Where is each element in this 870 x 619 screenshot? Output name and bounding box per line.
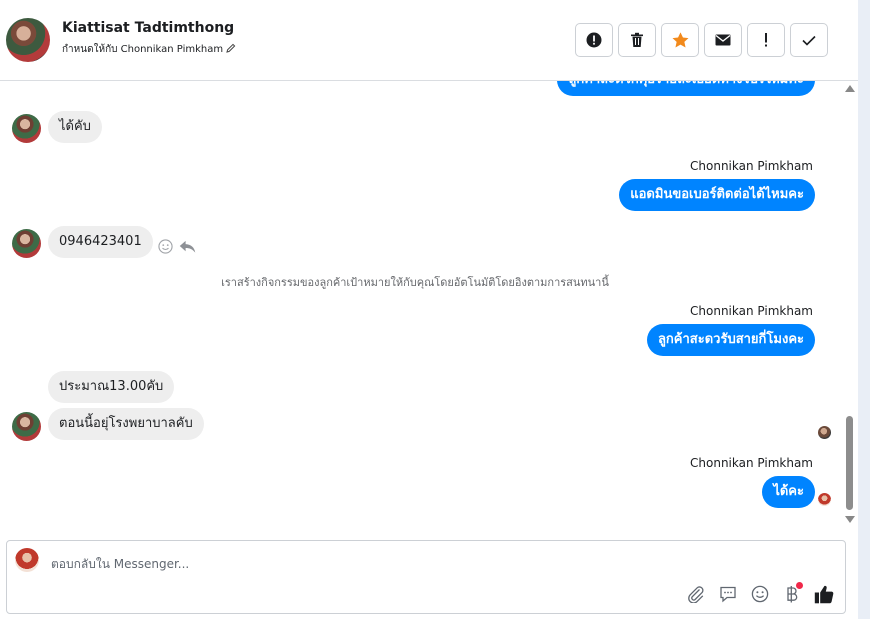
conversation-header: Kiattisat Tadtimthong กำหนดให้กับ Chonni… — [0, 0, 858, 81]
sender-name: Chonnikan Pimkham — [690, 304, 813, 318]
assigned-to[interactable]: กำหนดให้กับ Chonnikan Pimkham — [62, 42, 236, 57]
incoming-message[interactable]: ประมาณ13.00คับ — [48, 371, 175, 403]
notification-dot — [796, 582, 803, 589]
conversation-toolbar — [575, 23, 828, 57]
trash-icon — [630, 32, 644, 48]
assigned-label: กำหนดให้กับ Chonnikan Pimkham — [62, 44, 224, 55]
alert-circle-icon — [586, 32, 602, 48]
chat-bubble-icon[interactable] — [717, 583, 739, 605]
reply-input[interactable]: ตอบกลับใน Messenger... — [51, 555, 189, 574]
flag-button[interactable] — [747, 23, 785, 57]
star-button[interactable] — [661, 23, 699, 57]
contact-avatar-small[interactable] — [12, 412, 41, 441]
react-smiley-icon[interactable] — [158, 239, 173, 258]
thread-scrollbar[interactable] — [843, 81, 857, 526]
reply-icon[interactable] — [179, 239, 196, 258]
thumbs-up-icon[interactable] — [813, 583, 835, 605]
sender-name: Chonnikan Pimkham — [690, 159, 813, 173]
composer-actions — [685, 582, 835, 605]
seen-avatar — [818, 426, 831, 439]
window-edge — [858, 0, 870, 619]
pencil-icon[interactable] — [226, 43, 236, 56]
contact-avatar-small[interactable] — [12, 114, 41, 143]
report-button[interactable] — [575, 23, 613, 57]
outgoing-message[interactable]: แอดมินขอเบอร์ติดต่อได้ไหมคะ — [619, 179, 815, 211]
contact-avatar-small[interactable] — [12, 229, 41, 258]
read-receipt-avatar — [818, 493, 831, 506]
system-note: เราสร้างกิจกรรมของลูกค้าเป้าหมายให้กับคุ… — [221, 276, 609, 289]
inbox-conversation-panel: Kiattisat Tadtimthong กำหนดให้กับ Chonni… — [0, 0, 858, 619]
outgoing-message[interactable]: ลูกค้าสะดวกคุยรายละเอียดทางโปรไหมคะ — [557, 81, 815, 96]
smiley-icon[interactable] — [749, 583, 771, 605]
mark-unread-button[interactable] — [704, 23, 742, 57]
sender-name: Chonnikan Pimkham — [690, 456, 813, 470]
delete-button[interactable] — [618, 23, 656, 57]
message-actions — [158, 239, 196, 258]
scroll-thumb[interactable] — [846, 416, 853, 510]
paperclip-icon[interactable] — [685, 583, 707, 605]
contact-avatar[interactable] — [6, 18, 50, 62]
incoming-message[interactable]: ได้คับ — [48, 111, 102, 143]
outgoing-message[interactable]: ลูกค้าสะดวรับสายกี่โมงคะ — [646, 324, 815, 356]
page-avatar — [15, 548, 39, 572]
exclamation-icon — [764, 33, 768, 47]
baht-icon[interactable] — [781, 582, 803, 605]
reply-composer[interactable]: ตอบกลับใน Messenger... — [6, 540, 846, 614]
star-icon — [672, 32, 689, 48]
outgoing-message[interactable]: ได้คะ — [762, 476, 815, 508]
envelope-icon — [715, 34, 731, 46]
incoming-message[interactable]: 0946423401 — [48, 226, 153, 258]
incoming-message[interactable]: ตอนนี้อยุ่โรงพยาบาลคับ — [48, 408, 204, 440]
scroll-up-arrow[interactable] — [845, 85, 855, 92]
check-icon — [802, 35, 816, 46]
scroll-down-arrow[interactable] — [845, 516, 855, 523]
mark-done-button[interactable] — [790, 23, 828, 57]
contact-name[interactable]: Kiattisat Tadtimthong — [62, 20, 234, 36]
message-thread[interactable]: ลูกค้าสะดวกคุยรายละเอียดทางโปรไหมคะ ได้ค… — [0, 81, 843, 526]
